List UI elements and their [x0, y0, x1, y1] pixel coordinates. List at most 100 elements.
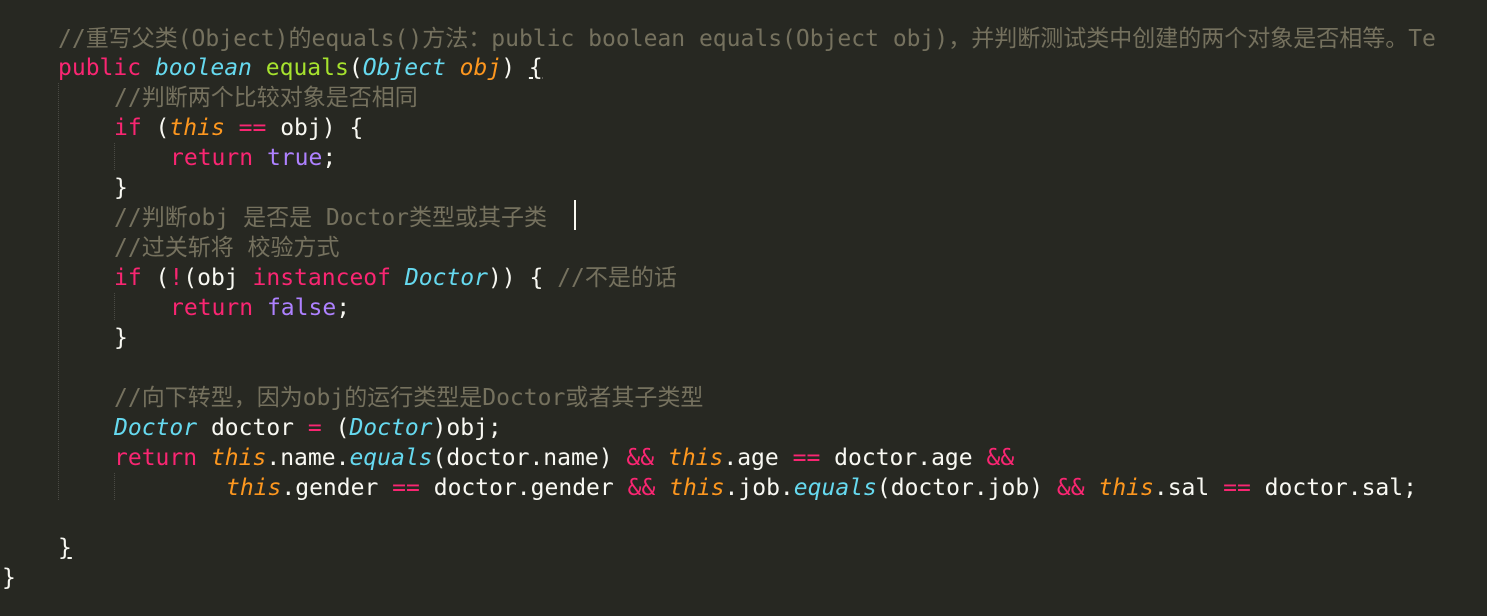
code-token: doctor.age: [820, 445, 987, 471]
code-token: Doctor: [114, 415, 198, 441]
code-token: if: [114, 265, 142, 291]
code-token: this: [226, 475, 282, 501]
code-token: .age: [723, 445, 793, 471]
code-token: ==: [392, 475, 420, 501]
code-line[interactable]: }: [114, 173, 128, 203]
code-line[interactable]: }: [2, 563, 16, 593]
code-token: .sal: [1153, 475, 1224, 501]
code-token: instanceof: [252, 265, 391, 291]
code-token: .gender: [281, 475, 393, 501]
indent-guide: [114, 473, 115, 500]
text-cursor: [574, 200, 576, 230]
code-line[interactable]: return true;: [170, 143, 336, 173]
code-token: //重写父类(Object)的equals()方法：public boolean…: [58, 26, 1436, 52]
code-token: (: [141, 265, 170, 291]
code-token: false: [266, 295, 337, 321]
code-token: doctor.sal;: [1250, 475, 1417, 501]
code-token: ): [501, 55, 529, 81]
code-token: //不是的话: [557, 265, 677, 291]
code-token: obj: [459, 55, 502, 81]
code-line[interactable]: //判断两个比较对象是否相同: [114, 83, 418, 113]
code-line[interactable]: Doctor doctor = (Doctor)obj;: [114, 413, 502, 443]
code-token: &&: [627, 475, 656, 501]
code-line[interactable]: }: [114, 323, 128, 353]
code-line[interactable]: if (!(obj instanceof Doctor)) { //不是的话: [114, 263, 677, 293]
code-line[interactable]: this.gender == doctor.gender && this.job…: [226, 473, 1417, 503]
code-token: }: [114, 325, 128, 351]
code-token: Object: [362, 55, 446, 81]
code-token: //向下转型，因为obj的运行类型是Doctor或者其子类型: [114, 385, 704, 411]
code-token: this: [1098, 475, 1154, 501]
code-token: equals: [349, 445, 433, 471]
code-token: //判断两个比较对象是否相同: [114, 85, 418, 111]
code-token: &&: [626, 445, 655, 471]
code-token: )) {: [487, 265, 558, 291]
code-line[interactable]: //过关斩将 校验方式: [114, 233, 340, 263]
code-token: obj) {: [266, 115, 364, 141]
code-token: }: [58, 535, 72, 561]
code-token: Doctor: [404, 265, 488, 291]
code-token: ==: [1223, 475, 1251, 501]
code-token: this: [667, 445, 724, 471]
code-line[interactable]: }: [58, 533, 72, 563]
code-token: (doctor.name): [432, 445, 627, 471]
indent-guide: [114, 293, 115, 320]
code-token: equals: [265, 55, 349, 81]
code-token: ;: [336, 295, 351, 321]
code-token: ;: [322, 145, 337, 171]
code-token: Doctor: [349, 415, 433, 441]
code-token: .name.: [266, 445, 350, 471]
code-token: )obj;: [432, 415, 502, 441]
code-token: this: [210, 445, 267, 471]
code-token: (doctor.job): [876, 475, 1057, 501]
code-token: (: [141, 115, 170, 141]
code-token: boolean: [154, 55, 252, 81]
code-line[interactable]: public boolean equals(Object obj) {: [58, 53, 543, 83]
code-token: doctor: [197, 415, 308, 441]
code-token: public: [58, 55, 142, 81]
code-line[interactable]: if (this == obj) {: [114, 113, 363, 143]
code-token: return: [114, 445, 198, 471]
code-token: equals: [793, 475, 877, 501]
code-line[interactable]: //向下转型，因为obj的运行类型是Doctor或者其子类型: [114, 383, 703, 413]
code-token: ==: [792, 445, 821, 471]
code-token: if: [114, 115, 142, 141]
code-editor[interactable]: //重写父类(Object)的equals()方法：public boolean…: [0, 0, 1487, 616]
code-token: ==: [238, 115, 267, 141]
code-token: (: [321, 415, 350, 441]
code-line[interactable]: //判断obj 是否是 Doctor类型或其子类: [114, 203, 547, 233]
code-token: &&: [1056, 475, 1085, 501]
code-token: (: [348, 55, 363, 81]
code-token: !: [169, 265, 184, 291]
code-token: this: [169, 115, 225, 141]
code-token: doctor.gender: [419, 475, 628, 501]
code-token: }: [114, 175, 128, 201]
code-token: =: [307, 415, 322, 441]
code-token: (obj: [183, 265, 253, 291]
code-token: true: [266, 145, 323, 171]
indent-guide: [114, 143, 115, 170]
code-token: return: [170, 145, 254, 171]
code-line[interactable]: return this.name.equals(doctor.name) && …: [114, 443, 1014, 473]
code-token: this: [669, 475, 725, 501]
code-token: .job.: [724, 475, 794, 501]
indent-guide: [58, 83, 59, 500]
code-line[interactable]: //重写父类(Object)的equals()方法：public boolean…: [58, 24, 1436, 54]
code-token: &&: [986, 445, 1015, 471]
code-token: return: [170, 295, 254, 321]
code-token: {: [528, 55, 543, 81]
code-token: }: [2, 565, 16, 591]
code-token: //过关斩将 校验方式: [114, 235, 340, 261]
code-line[interactable]: return false;: [170, 293, 350, 323]
